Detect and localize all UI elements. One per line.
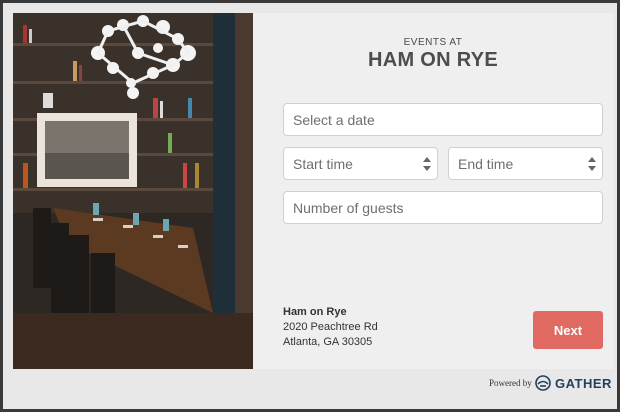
- events-at-label: EVENTS AT: [403, 37, 463, 48]
- gather-logo-icon: [535, 375, 551, 391]
- start-time-select[interactable]: Start time: [283, 147, 438, 180]
- guests-field[interactable]: Number of guests: [283, 191, 603, 224]
- guests-placeholder: Number of guests: [293, 199, 404, 216]
- end-time-select[interactable]: End time: [448, 147, 603, 180]
- next-button[interactable]: Next: [533, 311, 603, 349]
- booking-panel: EVENTS AT HAM ON RYE Select a date Start…: [253, 13, 613, 369]
- venue-photo: [13, 13, 253, 369]
- address-line-2: Atlanta, GA 30305: [283, 336, 373, 348]
- venue-title: HAM ON RYE: [367, 49, 499, 71]
- gather-brand[interactable]: GATHER: [535, 375, 612, 391]
- venue-address: Ham on Rye 2020 Peachtree Rd Atlanta, GA…: [283, 305, 378, 350]
- end-time-placeholder: End time: [458, 155, 514, 172]
- updown-arrow-icon: [423, 157, 431, 171]
- start-time-placeholder: Start time: [293, 155, 353, 172]
- venue-name: Ham on Rye: [283, 306, 347, 318]
- powered-by-label: Powered by: [489, 378, 532, 388]
- widget-frame: EVENTS AT HAM ON RYE Select a date Start…: [0, 0, 620, 412]
- address-line-1: 2020 Peachtree Rd: [283, 321, 378, 333]
- date-field[interactable]: Select a date: [283, 103, 603, 136]
- date-placeholder: Select a date: [293, 111, 375, 128]
- gather-wordmark: GATHER: [555, 375, 612, 391]
- updown-arrow-icon: [588, 157, 596, 171]
- booking-card: EVENTS AT HAM ON RYE Select a date Start…: [13, 13, 613, 369]
